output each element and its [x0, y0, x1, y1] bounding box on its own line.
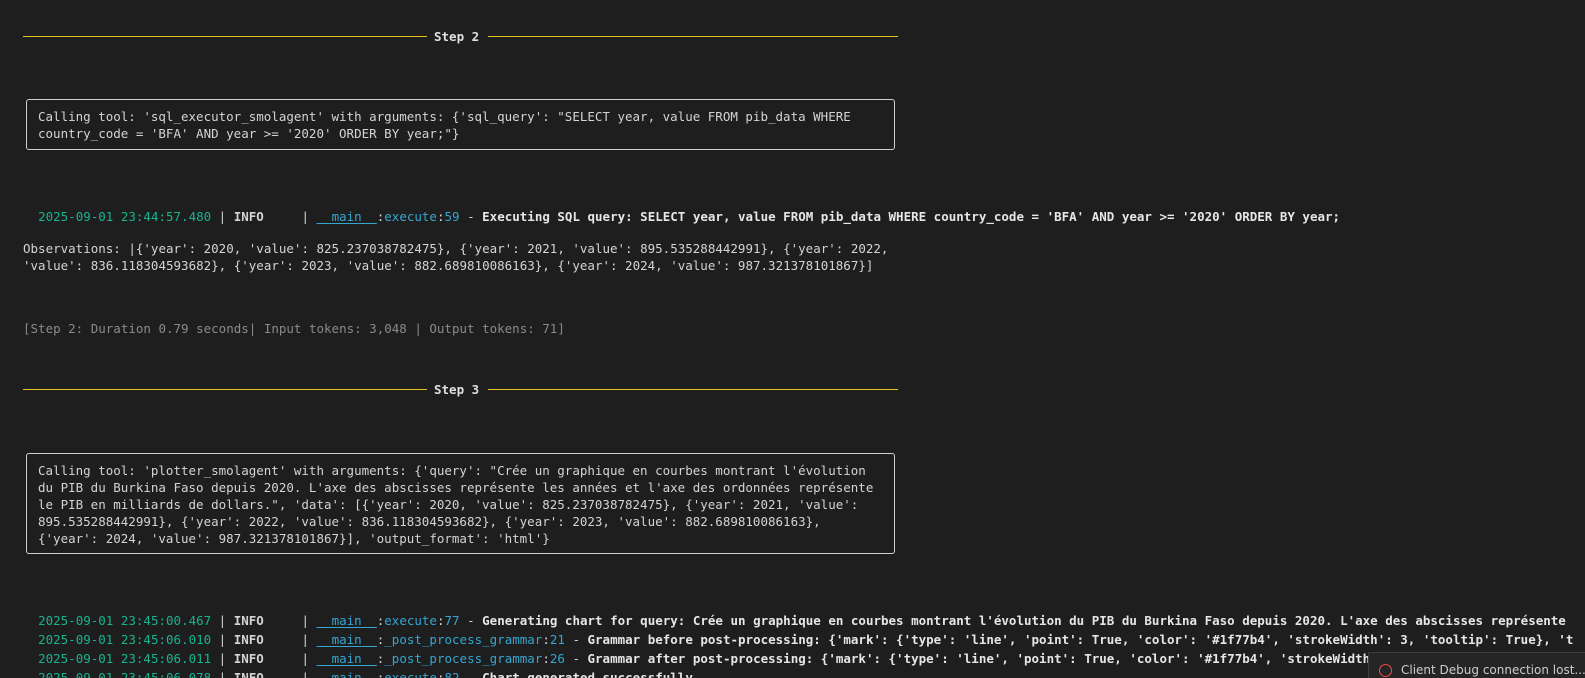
- step3-rule-right: [488, 389, 898, 390]
- notification-toast[interactable]: Client Debug connection lost...: [1368, 652, 1585, 678]
- step3-log-line: 2025-09-01 23:45:06.078 | INFO | __main_…: [23, 652, 693, 678]
- log-message: Chart generated successfully: [482, 670, 693, 678]
- step2-summary: [Step 2: Duration 0.79 seconds| Input to…: [23, 321, 565, 336]
- log-module-link[interactable]: __main__: [317, 670, 377, 678]
- log-line-number: 82: [444, 670, 460, 678]
- step2-tool-call-box: Calling tool: 'sql_executor_smolagent' w…: [26, 99, 895, 150]
- step3-tool-call-box: Calling tool: 'plotter_smolagent' with a…: [26, 453, 895, 554]
- step2-observations: Observations: |{'year': 2020, 'value': 8…: [23, 241, 889, 273]
- log-timestamp: 2025-09-01 23:44:57.480: [38, 209, 212, 224]
- log-level: INFO: [233, 670, 294, 678]
- log-line-number: 59: [444, 209, 460, 224]
- log-function: execute: [384, 670, 437, 678]
- step3-rule-left: [23, 389, 427, 390]
- step2-rule-right: [488, 36, 898, 37]
- log-timestamp: 2025-09-01 23:45:06.078: [38, 670, 212, 678]
- log-function: execute: [384, 209, 437, 224]
- toast-message: Client Debug connection lost...: [1401, 663, 1585, 677]
- log-message: Executing SQL query: SELECT year, value …: [482, 209, 1341, 224]
- step2-log-line: 2025-09-01 23:44:57.480 | INFO | __main_…: [38, 209, 1341, 224]
- step3-title: Step 3: [434, 382, 480, 397]
- log-module-link[interactable]: __main__: [317, 209, 377, 224]
- step2-title: Step 2: [434, 29, 480, 44]
- log-level: INFO: [233, 209, 294, 224]
- error-circle-icon: [1379, 664, 1392, 677]
- step2-rule-left: [23, 36, 427, 37]
